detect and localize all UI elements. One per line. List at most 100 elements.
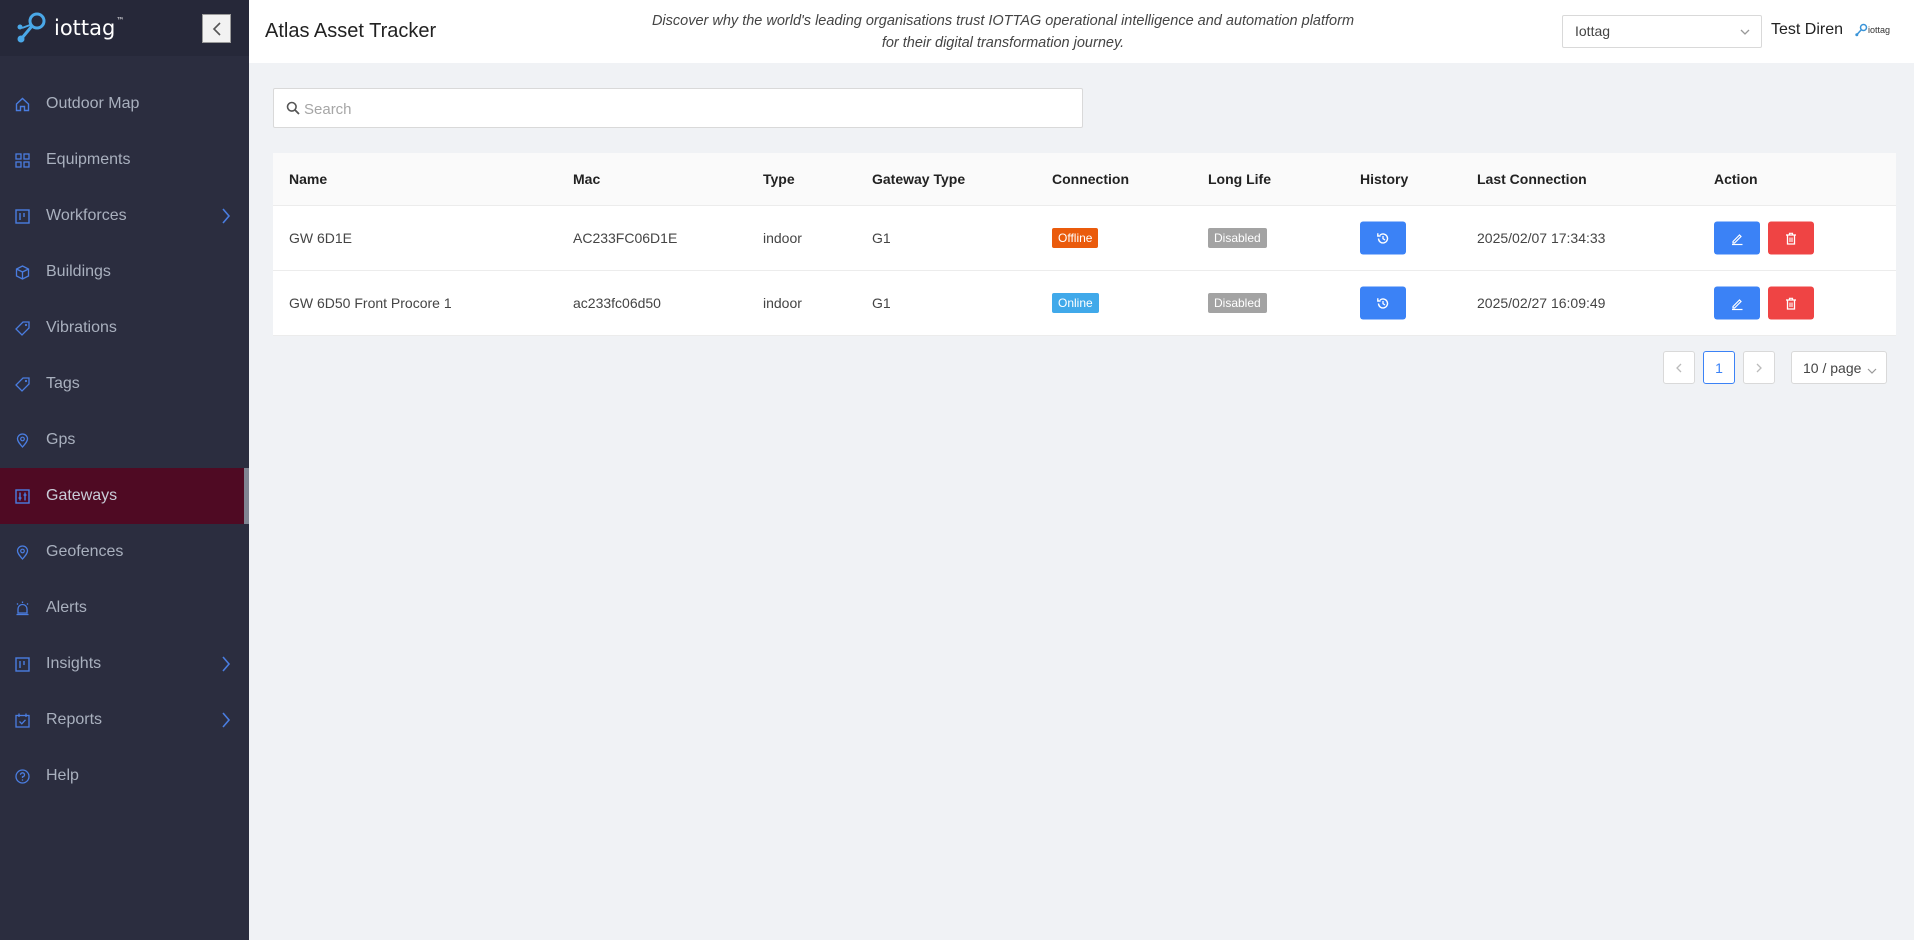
gateway-name: GW 6D1E <box>289 230 353 246</box>
history-cell <box>1360 286 1406 320</box>
tag-icon <box>15 320 30 336</box>
gateway-type: indoor <box>763 295 802 311</box>
sidebar-item-geofences[interactable]: Geofences <box>0 524 249 580</box>
gateway-mac: AC233FC06D1E <box>573 230 678 246</box>
connection-status-badge: Offline <box>1052 228 1099 248</box>
sidebar-item-tags[interactable]: Tags <box>0 356 249 412</box>
trash-icon <box>1786 232 1796 245</box>
mini-logo-text: iottag <box>1868 25 1891 35</box>
chevron-left-icon <box>1676 363 1682 372</box>
sidebar-item-label: Outdoor Map <box>46 95 140 112</box>
chevron-right-icon <box>221 208 231 229</box>
organization-select[interactable]: Iottag <box>1562 15 1762 48</box>
history-button[interactable] <box>1360 221 1406 255</box>
connection-status-badge: Online <box>1052 293 1099 313</box>
iottag-logo-icon <box>1855 23 1868 37</box>
chevron-down-icon <box>1739 25 1751 41</box>
table-row: GW 6D50 Front Procore 1 ac233fc06d50 ind… <box>273 271 1896 336</box>
gateway-icon <box>15 488 30 504</box>
location-pin-icon <box>15 432 30 448</box>
last-connection: 2025/02/07 17:34:33 <box>1477 230 1606 246</box>
sidebar-item-alerts[interactable]: Alerts <box>0 580 249 636</box>
long-life-cell: Disabled <box>1208 228 1267 248</box>
table-header: Name Mac Type Gateway Type Connection Lo… <box>273 153 1896 206</box>
gateway-model: G1 <box>872 295 891 311</box>
edit-button[interactable] <box>1714 286 1760 320</box>
user-name[interactable]: Test Diren <box>1771 21 1843 39</box>
history-icon <box>1377 297 1389 309</box>
column-header: Action <box>1714 171 1758 187</box>
column-header: Mac <box>573 171 601 187</box>
chevron-right-icon <box>1756 363 1762 372</box>
history-icon <box>1377 232 1389 244</box>
sidebar-item-insights[interactable]: Insights <box>0 636 249 692</box>
search-input[interactable] <box>304 97 1064 121</box>
search-box <box>273 88 1083 128</box>
grid-icon <box>15 152 30 168</box>
column-header: History <box>1360 171 1409 187</box>
gateway-mac: ac233fc06d50 <box>573 295 661 311</box>
organization-select-value: Iottag <box>1575 23 1611 39</box>
sidebar-item-label: Workforces <box>46 207 127 224</box>
column-header: Last Connection <box>1477 171 1587 187</box>
sidebar-item-label: Help <box>46 767 79 784</box>
calendar-check-icon <box>15 713 30 728</box>
gateway-type: indoor <box>763 230 802 246</box>
sidebar-item-vibrations[interactable]: Vibrations <box>0 300 249 356</box>
collapse-sidebar-button[interactable] <box>202 14 231 43</box>
home-icon <box>15 97 30 112</box>
tagline: Discover why the world's leading organis… <box>651 13 1355 51</box>
sidebar-item-help[interactable]: Help <box>0 748 249 804</box>
page-size-value: 10 / page <box>1803 360 1862 376</box>
sidebar-item-workforces[interactable]: Workforces <box>0 188 249 244</box>
action-cell <box>1714 286 1814 320</box>
history-button[interactable] <box>1360 286 1406 320</box>
sidebar-item-reports[interactable]: Reports <box>0 692 249 748</box>
last-connection: 2025/02/27 16:09:49 <box>1477 295 1606 311</box>
sidebar-item-label: Reports <box>46 711 103 728</box>
column-header: Long Life <box>1208 171 1271 187</box>
edit-button[interactable] <box>1714 221 1760 255</box>
sidebar-item-label: Equipments <box>46 151 131 168</box>
history-cell <box>1360 221 1406 255</box>
tag-icon <box>15 376 30 392</box>
trash-icon <box>1786 297 1796 310</box>
location-pin-icon <box>15 544 30 560</box>
board-icon <box>15 656 30 672</box>
search-icon <box>286 101 300 120</box>
sidebar-item-buildings[interactable]: Buildings <box>0 244 249 300</box>
top-header: Atlas Asset Tracker Discover why the wor… <box>249 0 1914 63</box>
delete-button[interactable] <box>1768 286 1814 320</box>
prev-page-button[interactable] <box>1663 351 1695 384</box>
cube-icon <box>15 264 30 280</box>
chevron-left-icon <box>212 21 221 36</box>
sidebar-item-outdoor-map[interactable]: Outdoor Map <box>0 76 249 132</box>
chevron-right-icon <box>221 712 231 733</box>
edit-icon <box>1732 233 1743 245</box>
sidebar-item-label: Vibrations <box>46 319 117 336</box>
sidebar-item-gps[interactable]: Gps <box>0 412 249 468</box>
sidebar-item-label: Geofences <box>46 543 124 560</box>
sidebar-item-label: Buildings <box>46 263 111 280</box>
chevron-down-icon <box>1867 363 1877 379</box>
page-title: Atlas Asset Tracker <box>265 20 437 42</box>
table-row: GW 6D1E AC233FC06D1E indoor G1 Offline D… <box>273 206 1896 271</box>
page-size-select[interactable]: 10 / page <box>1791 351 1887 384</box>
sidebar-menu: Outdoor Map Equipments Workforces Buildi… <box>0 76 249 804</box>
next-page-button[interactable] <box>1743 351 1775 384</box>
gateway-model: G1 <box>872 230 891 246</box>
iottag-logo-icon <box>14 11 48 45</box>
page-number-button[interactable]: 1 <box>1703 351 1735 384</box>
column-header: Name <box>289 171 328 187</box>
sidebar-item-label: Tags <box>46 375 80 392</box>
sidebar-item-label: Gateways <box>46 487 118 504</box>
brand: iottag™ <box>0 0 249 56</box>
long-life-cell: Disabled <box>1208 293 1267 313</box>
sidebar-item-gateways[interactable]: Gateways <box>0 468 249 524</box>
column-header: Gateway Type <box>872 171 966 187</box>
sidebar-item-equipments[interactable]: Equipments <box>0 132 249 188</box>
delete-button[interactable] <box>1768 221 1814 255</box>
gateway-name: GW 6D50 Front Procore 1 <box>289 295 452 311</box>
action-cell <box>1714 221 1814 255</box>
mini-logo: iottag <box>1854 23 1890 37</box>
